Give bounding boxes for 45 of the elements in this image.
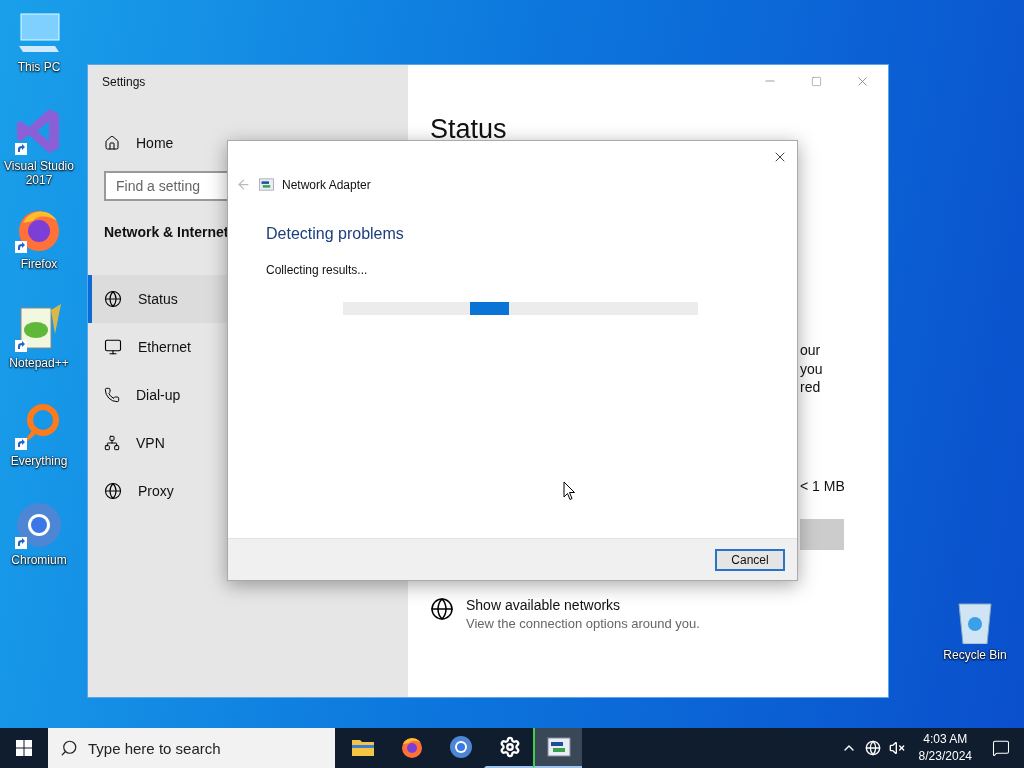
home-link[interactable]: Home — [104, 129, 174, 157]
adapter-window-icon — [546, 737, 571, 757]
dialog-heading: Detecting problems — [266, 225, 404, 243]
nav-item[interactable]: VPN — [88, 419, 408, 467]
nav-item[interactable]: Proxy — [88, 467, 408, 515]
cancel-button[interactable]: Cancel — [715, 548, 785, 571]
maximize-icon — [810, 75, 822, 87]
page-heading: Status — [430, 114, 507, 145]
window-title: Settings — [102, 75, 146, 89]
fox-globe-icon — [399, 735, 424, 759]
shortcut-arrow-icon — [15, 142, 27, 155]
shortcut-arrow-icon — [15, 339, 27, 352]
taskbar-search-field[interactable]: Type here to search — [48, 728, 335, 768]
text-fragment: our — [800, 341, 822, 360]
search-icon — [60, 739, 78, 757]
notifications-icon[interactable] — [992, 739, 1010, 757]
shortcut-arrow-icon — [15, 536, 27, 549]
adapter-window-icon — [259, 178, 274, 191]
nav-item[interactable]: Ethernet — [88, 323, 408, 371]
section-title: Network & Internet — [104, 224, 229, 240]
clock[interactable]: 4:03 AM 8/23/2024 — [918, 731, 972, 765]
windows-logo-icon — [16, 740, 32, 756]
desktop-icon-label[interactable]: Recycle Bin — [943, 648, 1007, 662]
network-nodes-icon — [104, 435, 120, 451]
globe-icon[interactable] — [864, 740, 881, 756]
shortcut-arrow-icon — [15, 241, 27, 253]
shortcut-arrow-icon — [15, 438, 27, 450]
link-description: View the connection options around you. — [466, 615, 700, 631]
size-text: < 1 MB — [800, 477, 845, 494]
text-fragment: red — [800, 378, 822, 397]
text-fragment: you — [800, 359, 824, 378]
dialog-title: Network Adapter — [282, 177, 371, 192]
nav-item[interactable]: Dial-up — [88, 371, 408, 419]
home-icon — [104, 135, 120, 151]
taskbar-app-button[interactable] — [533, 728, 582, 768]
phone-icon — [104, 387, 120, 403]
recycle-bin-icon — [955, 600, 995, 644]
mouse-cursor-icon — [563, 481, 576, 501]
monitor-icon — [104, 338, 122, 356]
folder-icon — [350, 737, 375, 757]
show-networks-link[interactable]: Show available networks — [466, 596, 621, 613]
volume-muted-icon[interactable] — [888, 740, 905, 756]
status-text: Collecting results... — [266, 263, 368, 277]
globe-icon — [104, 482, 122, 500]
settings-icon — [498, 736, 521, 758]
